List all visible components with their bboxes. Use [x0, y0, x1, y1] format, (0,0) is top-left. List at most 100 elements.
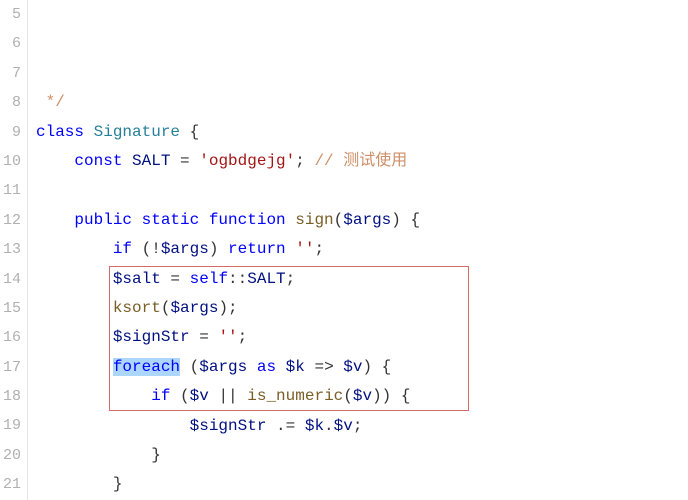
code-token: foreach: [113, 358, 180, 376]
code-token: SALT: [132, 152, 170, 170]
indent: [36, 328, 113, 346]
code-token: return: [228, 240, 295, 258]
indent: [36, 152, 74, 170]
code-token: ;: [238, 328, 248, 346]
code-token: $k: [305, 417, 324, 435]
code-line[interactable]: */: [36, 88, 688, 117]
code-token: $args: [161, 240, 209, 258]
code-token: =: [161, 270, 190, 288]
code-token: ;: [353, 417, 363, 435]
code-area[interactable]: */ class Signature { const SALT = 'ogbdge…: [28, 0, 688, 500]
code-token: if: [113, 240, 142, 258]
code-token: $args: [170, 299, 218, 317]
code-token: */: [46, 93, 65, 111]
code-line[interactable]: if (!$args) return '';: [36, 235, 688, 264]
line-number: 20: [0, 441, 21, 470]
code-token: {: [180, 123, 199, 141]
code-line[interactable]: ksort($args);: [36, 294, 688, 323]
line-number: 10: [0, 147, 21, 176]
indent: [36, 387, 151, 405]
code-token: (: [334, 211, 344, 229]
code-token: .=: [266, 417, 304, 435]
line-number: 13: [0, 235, 21, 264]
code-token: ;: [295, 152, 314, 170]
line-number: 16: [0, 323, 21, 352]
code-token: =>: [305, 358, 343, 376]
code-token: SALT: [247, 270, 285, 288]
line-number: 19: [0, 411, 21, 440]
code-token: const: [74, 152, 132, 170]
code-token: $v: [334, 417, 353, 435]
code-token: ksort: [113, 299, 161, 317]
indent: [36, 240, 113, 258]
line-number: 14: [0, 265, 21, 294]
code-token: $salt: [113, 270, 161, 288]
code-token: '': [295, 240, 314, 258]
indent: [36, 93, 46, 111]
code-line[interactable]: public static function sign($args) {: [36, 206, 688, 235]
code-token: Signature: [94, 123, 180, 141]
code-token: sign: [295, 211, 333, 229]
code-token: $args: [343, 211, 391, 229]
code-token: (: [180, 358, 199, 376]
code-token: }: [151, 446, 161, 464]
code-token: self: [190, 270, 228, 288]
code-token: );: [218, 299, 237, 317]
code-line[interactable]: [36, 176, 688, 205]
line-number: 9: [0, 118, 21, 147]
line-number: 18: [0, 382, 21, 411]
line-number: 5: [0, 0, 21, 29]
code-editor[interactable]: 56789101112131415161718192021 */ class Si…: [0, 0, 688, 500]
code-token: .: [324, 417, 334, 435]
indent: [36, 211, 74, 229]
code-line[interactable]: if ($v || is_numeric($v)) {: [36, 382, 688, 411]
code-token: ;: [286, 270, 296, 288]
code-token: public static function: [74, 211, 295, 229]
code-token: // 测试使用: [314, 152, 407, 170]
line-number: 7: [0, 59, 21, 88]
indent: [36, 358, 113, 376]
line-number: 15: [0, 294, 21, 323]
code-token: (: [180, 387, 190, 405]
code-token: as: [247, 358, 285, 376]
code-token: if: [151, 387, 180, 405]
code-line[interactable]: }: [36, 470, 688, 499]
code-token: ): [209, 240, 228, 258]
line-number-gutter: 56789101112131415161718192021: [0, 0, 28, 500]
code-token: ::: [228, 270, 247, 288]
line-number: 17: [0, 353, 21, 382]
code-token: $v: [343, 358, 362, 376]
code-token: =: [170, 152, 199, 170]
line-number: 6: [0, 29, 21, 58]
code-token: ;: [314, 240, 324, 258]
code-token: =: [190, 328, 219, 346]
code-line[interactable]: $signStr .= $k.$v;: [36, 412, 688, 441]
code-token: 'ogbdgejg': [199, 152, 295, 170]
code-line[interactable]: $salt = self::SALT;: [36, 265, 688, 294]
code-token: $k: [286, 358, 305, 376]
indent: [36, 475, 113, 493]
code-line[interactable]: class Signature {: [36, 118, 688, 147]
code-line[interactable]: }: [36, 441, 688, 470]
code-token: '': [218, 328, 237, 346]
code-token: ) {: [391, 211, 420, 229]
code-token: (: [343, 387, 353, 405]
line-number: 21: [0, 470, 21, 499]
code-token: ) {: [362, 358, 391, 376]
code-token: ||: [209, 387, 247, 405]
line-number: 12: [0, 206, 21, 235]
code-line[interactable]: $signStr = '';: [36, 323, 688, 352]
code-line[interactable]: foreach ($args as $k => $v) {: [36, 353, 688, 382]
code-token: $signStr: [113, 328, 190, 346]
code-token: }: [113, 475, 123, 493]
line-number: 8: [0, 88, 21, 117]
line-number: 11: [0, 176, 21, 205]
code-line[interactable]: const SALT = 'ogbdgejg'; // 测试使用: [36, 147, 688, 176]
code-token: )) {: [372, 387, 410, 405]
code-token: is_numeric: [247, 387, 343, 405]
indent: [36, 446, 151, 464]
code-token: $signStr: [190, 417, 267, 435]
code-token: $v: [190, 387, 209, 405]
code-token: $args: [199, 358, 247, 376]
indent: [36, 299, 113, 317]
